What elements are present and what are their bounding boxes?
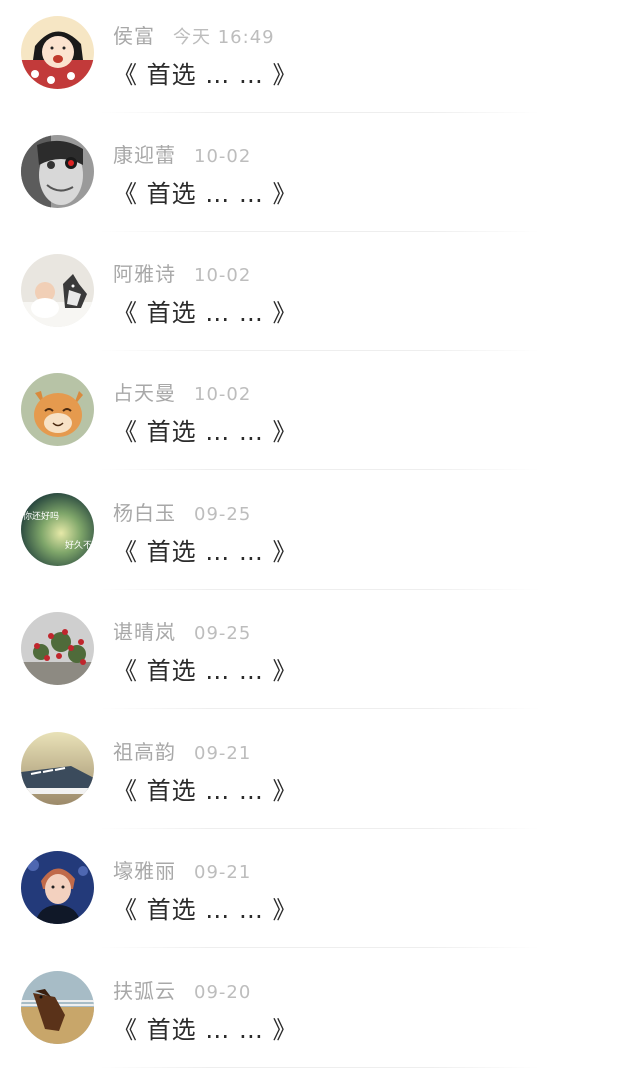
contact-name: 康迎蕾 <box>113 143 176 167</box>
message-preview: 《 首选 … … 》 <box>113 299 298 327</box>
smiling-cat-avatar[interactable] <box>21 373 94 446</box>
row-divider <box>100 1067 540 1068</box>
chat-row[interactable]: 扶弧云 09-20 《 首选 … … 》 <box>0 955 640 1074</box>
contact-name: 占天曼 <box>113 381 176 405</box>
contact-name: 谌晴岚 <box>113 620 176 644</box>
message-time: 09-20 <box>194 982 252 1003</box>
avatar-caption: 好久不见 <box>65 539 94 551</box>
chat-row[interactable]: 侯富 今天 16:49 《 首选 … … 》 <box>0 0 640 119</box>
row-divider <box>100 231 540 232</box>
contact-name: 祖高韵 <box>113 740 176 764</box>
message-time: 10-02 <box>194 384 252 405</box>
row-divider <box>100 469 540 470</box>
contact-name: 杨白玉 <box>113 501 176 525</box>
contact-name: 阿雅诗 <box>113 262 176 286</box>
sneakers-avatar[interactable] <box>21 732 94 805</box>
avatar-caption: 你还好吗 <box>23 510 59 522</box>
message-preview: 《 首选 … … 》 <box>113 61 298 89</box>
message-preview: 《 首选 … … 》 <box>113 538 298 566</box>
row-divider <box>100 947 540 948</box>
message-time: 10-02 <box>194 265 252 286</box>
message-preview: 《 首选 … … 》 <box>113 418 298 446</box>
message-preview: 《 首选 … … 》 <box>113 657 298 685</box>
row-divider <box>100 350 540 351</box>
row-divider <box>100 828 540 829</box>
row-divider <box>100 112 540 113</box>
message-time: 10-02 <box>194 146 252 167</box>
message-time: 09-21 <box>194 862 252 883</box>
chat-row[interactable]: 壕雅丽 09-21 《 首选 … … 》 <box>0 835 640 954</box>
row-divider <box>100 708 540 709</box>
chat-row[interactable]: 占天曼 10-02 《 首选 … … 》 <box>0 357 640 476</box>
message-time: 09-21 <box>194 743 252 764</box>
message-preview: 《 首选 … … 》 <box>113 896 298 924</box>
young-man-avatar[interactable] <box>21 851 94 924</box>
contact-name: 扶弧云 <box>113 979 176 1003</box>
message-preview: 《 首选 … … 》 <box>113 180 298 208</box>
chat-row[interactable]: 康迎蕾 10-02 《 首选 … … 》 <box>0 119 640 238</box>
chat-list: 侯富 今天 16:49 《 首选 … … 》 康迎蕾 10-02 《 首选 … … … <box>0 0 640 1069</box>
bw-face-avatar[interactable] <box>21 135 94 208</box>
message-time: 09-25 <box>194 623 252 644</box>
horse-avatar[interactable] <box>21 971 94 1044</box>
baby-and-dog-avatar[interactable] <box>21 254 94 327</box>
contact-name: 侯富 <box>113 24 155 48</box>
chat-row[interactable]: 阿雅诗 10-02 《 首选 … … 》 <box>0 238 640 357</box>
chat-row[interactable]: 你还好吗 好久不见 杨白玉 09-25 《 首选 … … 》 <box>0 477 640 596</box>
red-flowers-avatar[interactable] <box>21 612 94 685</box>
message-preview: 《 首选 … … 》 <box>113 1016 298 1044</box>
message-time: 09-25 <box>194 504 252 525</box>
contact-name: 壕雅丽 <box>113 859 176 883</box>
chat-row[interactable]: 谌晴岚 09-25 《 首选 … … 》 <box>0 596 640 715</box>
chat-row[interactable]: 祖高韵 09-21 《 首选 … … 》 <box>0 716 640 835</box>
cartoon-girl-avatar[interactable] <box>21 16 94 89</box>
row-divider <box>100 589 540 590</box>
text-gradient-avatar[interactable]: 你还好吗 好久不见 <box>21 493 94 566</box>
message-preview: 《 首选 … … 》 <box>113 777 298 805</box>
message-time: 今天 16:49 <box>173 27 275 48</box>
